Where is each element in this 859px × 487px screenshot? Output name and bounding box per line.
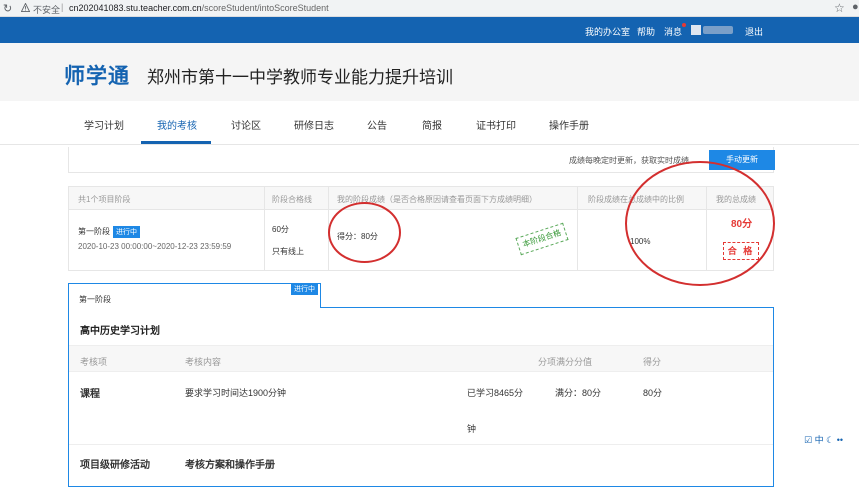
row-score-course: 80分: [643, 388, 663, 398]
stage-period: 2020-10-23 00:00:00~2020-12-23 23:59:59: [78, 242, 232, 251]
tab-stage-one[interactable]: 第一阶段 进行中: [68, 283, 321, 308]
profile-icon[interactable]: ●: [852, 1, 859, 13]
user-name-redacted[interactable]: [703, 26, 733, 34]
top-bar: 我的办公室 帮助 消息 退出: [0, 17, 859, 43]
row-item-course: 课程: [80, 389, 100, 400]
header-pass-line: 阶段合格线: [272, 195, 312, 204]
nav-item-briefing[interactable]: 简报: [422, 117, 442, 132]
row-content-project-activity[interactable]: 考核方案和操作手册: [185, 456, 275, 471]
messages-link[interactable]: 消息: [664, 25, 682, 38]
nav-item-my-assessment[interactable]: 我的考核: [157, 117, 197, 132]
header-full-score: 分项满分分值: [538, 357, 593, 367]
url-host: cn202041083.stu.teacher.com.cn: [69, 3, 202, 13]
row-full-score-course: 满分：80分: [555, 388, 602, 398]
moon-icon[interactable]: ☾: [826, 435, 834, 445]
update-notice-text: 成绩每晚定时更新，获取实时成绩: [569, 156, 689, 165]
header-stage-count: 共1个项目阶段: [78, 195, 131, 204]
header-assessment-content: 考核内容: [185, 357, 222, 367]
pass-line-value: 60分: [272, 225, 289, 234]
ime-language-label[interactable]: 中: [815, 435, 824, 445]
active-tab-indicator: [141, 141, 211, 144]
nav-item-announcement[interactable]: 公告: [367, 117, 387, 132]
logout-link[interactable]: 退出: [745, 25, 763, 38]
tab-stage-one-label: 第一阶段: [79, 295, 111, 304]
reload-icon[interactable]: ↻: [3, 2, 12, 15]
annotation-circle-stage-score: [328, 202, 401, 263]
nav-item-study-plan[interactable]: 学习计划: [84, 117, 124, 132]
row-divider: [69, 444, 773, 445]
nav-item-manual[interactable]: 操作手册: [549, 117, 589, 132]
page-title: 郑州市第十一中学教师专业能力提升培训: [147, 68, 453, 87]
stage-pass-stamp: 本阶段合格: [515, 222, 569, 256]
stage-name-cell: 第一阶段 进行中: [78, 226, 140, 238]
status-badge: 进行中: [113, 226, 140, 238]
detail-table-header: 考核项 考核内容 分项满分分值 得分: [69, 345, 773, 372]
nav-item-study-log[interactable]: 研修日志: [294, 117, 334, 132]
browser-address-bar: ↻ 不安全 | cn202041083.stu.teacher.com.cn/s…: [0, 0, 859, 17]
nav-item-certificate[interactable]: 证书打印: [476, 117, 516, 132]
warning-icon[interactable]: [21, 3, 30, 12]
ime-toolbar[interactable]: ☑ 中 ☾ ••: [804, 433, 859, 449]
avatar[interactable]: [691, 25, 701, 35]
url-separator: |: [61, 2, 64, 12]
tab-status-badge: 进行中: [291, 283, 318, 295]
row-item-project-activity: 项目级研修活动: [80, 460, 150, 471]
column-divider: [577, 187, 578, 270]
logo[interactable]: 师学通: [64, 60, 130, 90]
url-field[interactable]: cn202041083.stu.teacher.com.cn/scoreStud…: [69, 3, 329, 13]
assessment-detail-panel: 高中历史学习计划 考核项 考核内容 分项满分分值 得分 课程 要求学习时间达19…: [68, 307, 774, 487]
annotation-circle-total-score: [625, 161, 775, 286]
star-icon[interactable]: ☆: [834, 1, 845, 15]
row-progress-course-cont: 钟: [467, 424, 477, 434]
header-score: 得分: [643, 357, 662, 367]
unread-dot: [682, 23, 686, 27]
pass-line-note: 只有线上: [272, 247, 304, 256]
help-link[interactable]: 帮助: [637, 25, 655, 38]
nav-item-discussion[interactable]: 讨论区: [231, 117, 261, 132]
security-label[interactable]: 不安全: [33, 3, 60, 16]
row-progress-course: 已学习8465分: [467, 388, 524, 398]
dots-icon[interactable]: ••: [837, 435, 843, 445]
url-path: /scoreStudent/intoScoreStudent: [201, 3, 329, 13]
stage-name: 第一阶段: [78, 227, 110, 236]
plan-title: 高中历史学习计划: [80, 326, 160, 337]
site-header: 师学通 郑州市第十一中学教师专业能力提升培训: [0, 43, 859, 101]
checkbox-icon[interactable]: ☑: [804, 435, 812, 445]
my-office-link[interactable]: 我的办公室: [585, 25, 630, 38]
header-assessment-item: 考核项: [80, 357, 108, 367]
column-divider: [264, 187, 265, 270]
main-nav: 学习计划 我的考核 讨论区 研修日志 公告 简报 证书打印 操作手册: [0, 101, 859, 145]
row-content-course: 要求学习时间达1900分钟: [185, 388, 287, 398]
